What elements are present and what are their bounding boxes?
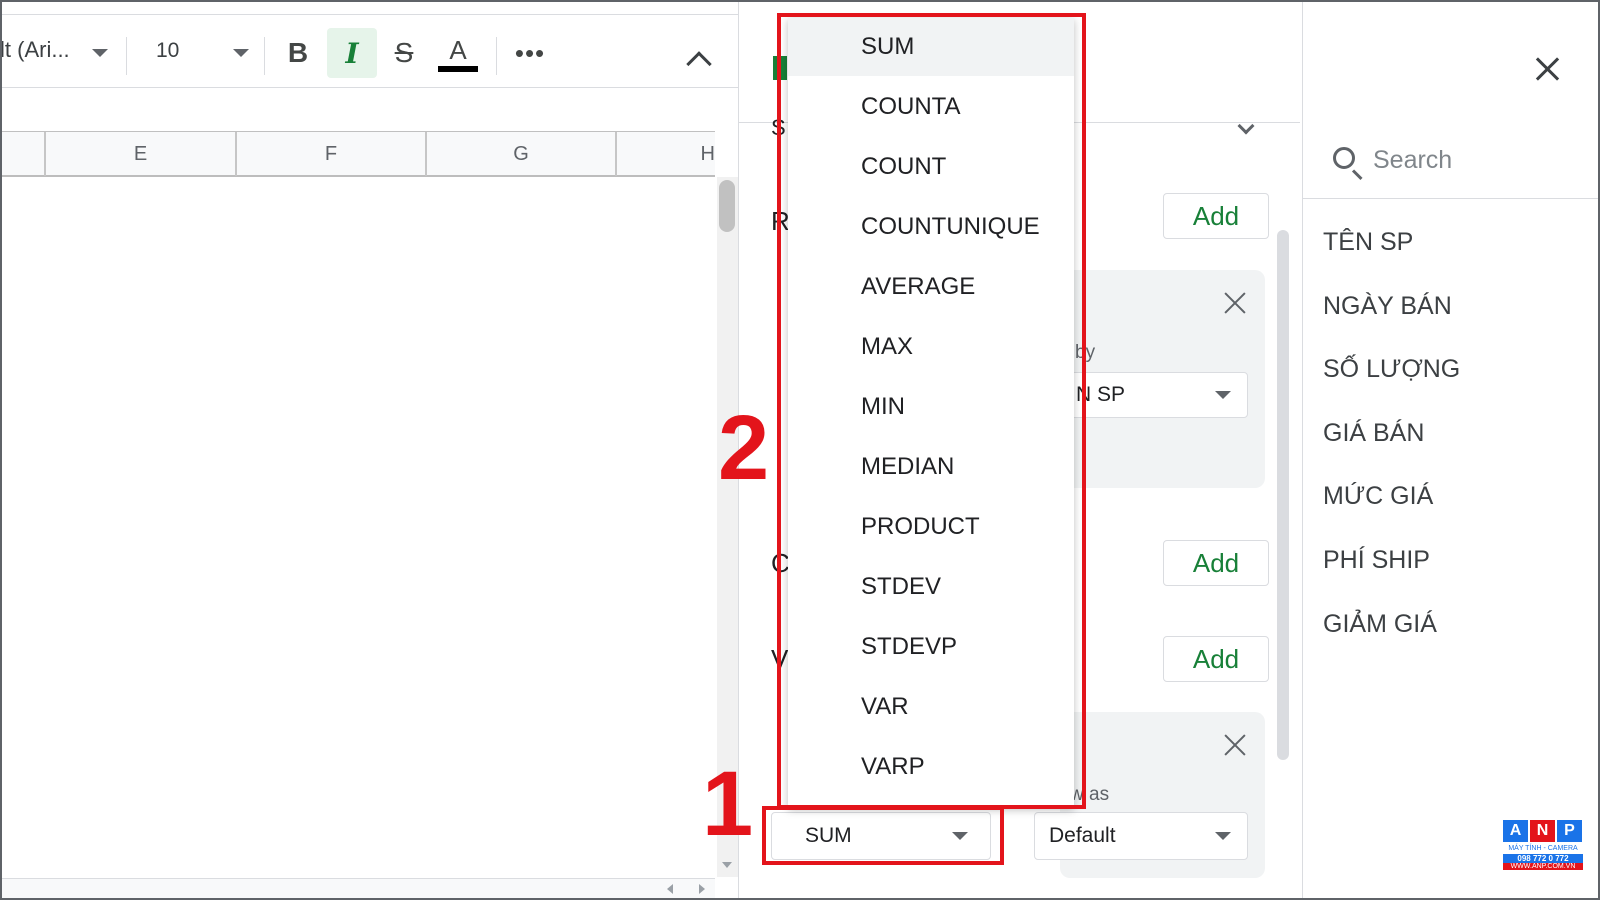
screenshot-border <box>0 0 1600 900</box>
